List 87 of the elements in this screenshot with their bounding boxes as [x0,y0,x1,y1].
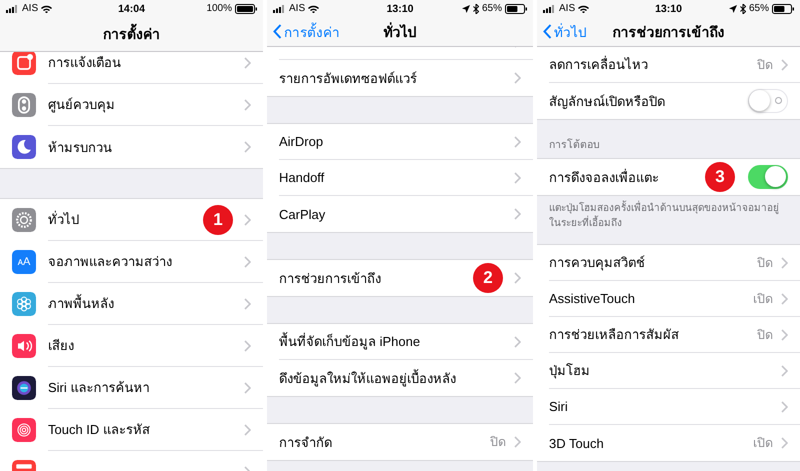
setting-label[interactable]: AirDrop [279,134,324,149]
chevron-icon [514,436,521,448]
setting-label[interactable]: สัญลักษณ์เปิดหรือปิด [549,90,665,112]
setting-label[interactable]: เสียง [48,335,74,356]
section-header: การโต้ตอบ [548,138,601,153]
clock-time: 13:10 [386,2,414,14]
setting-value: ปิด [757,254,773,272]
setting-label[interactable]: Touch ID และรหัส [48,419,150,440]
wifi-icon [578,4,590,12]
chevron-icon [781,58,788,70]
chevron-icon [244,424,251,436]
setting-label[interactable]: ดึงข้อมูลใหม่ให้แอพอยู่เบื้องหลัง [279,368,456,388]
chevron-icon [244,141,251,153]
chevron-icon [244,56,251,68]
chevron-icon [781,328,788,340]
clock-time: 14:04 [118,2,145,14]
chevron-left-icon [273,24,282,39]
chevron-icon [514,72,521,84]
setting-label[interactable]: 3D Touch [549,436,604,450]
chevron-icon [244,214,251,226]
battery-icon [505,4,528,14]
setting-value: ปิด [757,326,773,344]
setting-label[interactable]: ห้ามรบกวน [48,136,112,158]
chevron-icon [781,400,788,412]
chevron-icon [244,256,251,268]
chevron-icon [244,298,251,310]
chevron-icon [781,256,788,268]
setting-value: เปิด [753,290,773,308]
step-badge: 1 [203,205,233,235]
wifi-icon [41,4,52,12]
step-badge: 3 [705,162,735,192]
screen-title: ทั่วไป [384,21,416,42]
clock-time: 13:10 [655,2,682,14]
setting-label[interactable]: Siri และการค้นหา [48,377,150,398]
setting-label[interactable]: การช่วยเหลือการสัมผัส [549,324,679,345]
wifi-icon [308,4,320,12]
setting-label[interactable]: การจำกัด [279,432,332,452]
setting-value: เปิด [753,435,773,452]
chevron-icon [244,382,251,394]
chevron-icon [514,336,521,348]
back-button[interactable]: ทั่วไป [541,17,589,46]
setting-label[interactable]: พื้นที่จัดเก็บข้อมูล iPhone [279,331,420,352]
chevron-icon [781,364,788,376]
setting-value: ปิด [757,56,773,74]
carrier-name: AIS [559,3,576,14]
setting-value: ปิด [490,434,506,451]
battery-percent: 100% [206,3,232,14]
setting-label[interactable]: การแจ้งเตือน [48,52,121,73]
setting-label[interactable]: การดึงจอลงเพื่อแตะ [549,166,659,188]
step-badge: 2 [473,263,503,293]
signal-icon [543,4,556,12]
setting-label[interactable]: ทั่วไป [48,209,79,230]
setting-label[interactable]: Siri [549,399,568,414]
toggle-switch[interactable] [748,165,788,189]
setting-label[interactable]: การควบคุมสวิตช์ [549,252,645,273]
chevron-icon [514,136,521,148]
back-button[interactable]: การตั้งค่า [271,17,342,46]
chevron-icon [781,437,788,449]
screen-title: การช่วยการเข้าถึง [612,22,724,42]
signal-icon [6,4,19,12]
setting-label[interactable]: จอภาพและความสว่าง [48,251,172,272]
screen-title: การตั้งค่า [103,23,160,45]
battery-icon [772,4,794,14]
setting-label[interactable]: Handoff [279,170,324,185]
setting-label[interactable]: ศูนย์ควบคุม [48,94,115,115]
setting-label[interactable]: ลดการเคลื่อนไหว [549,54,648,75]
setting-label[interactable]: การช่วยการเข้าถึง [279,268,381,288]
setting-label[interactable]: AssistiveTouch [549,291,635,306]
section-footer: แตะปุ่มโฮมสองครั้งเพื่อนำด้านบนสุดของหน้าจอมาอยู่ในระยะที่เอื้อมถึง [537,196,800,244]
chevron-icon [514,372,521,384]
chevron-icon [244,98,251,110]
chevron-left-icon [543,24,552,39]
battery-percent: 65% [482,3,502,14]
chevron-icon [514,172,521,184]
text-size-icon: ᴀA [12,250,36,274]
setting-label[interactable]: CarPlay [279,206,326,222]
chevron-icon [781,292,788,304]
battery-icon [235,4,258,14]
setting-label[interactable]: ปุ่มโฮม [549,360,590,381]
carrier-name: AIS [22,3,38,14]
battery-percent: 65% [749,3,770,14]
setting-label[interactable]: ภาพพื้นหลัง [48,293,114,314]
chevron-icon [514,208,521,220]
signal-icon [273,4,286,12]
carrier-name: AIS [289,3,306,14]
chevron-icon [514,272,521,284]
chevron-icon [244,340,251,352]
